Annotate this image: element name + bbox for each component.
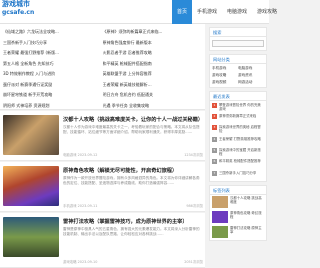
logo-title: 游戏城市 <box>2 0 30 8</box>
post-thumbnail <box>212 226 228 239</box>
list-item[interactable]: 王者荣耀 最强打野推荐 (新版... <box>3 50 103 56</box>
list-item[interactable]: 明日方舟 危机合约 低配通关 <box>103 92 203 98</box>
list-item[interactable]: 7 三国杀新手入门技巧分享 <box>210 169 266 180</box>
list-item[interactable]: 三国杀新手入门技巧分享 <box>3 40 103 46</box>
article-views: 2051次浏览 <box>184 260 203 264</box>
list-item[interactable]: 英雄联盟手游 上分阵容推荐 <box>103 71 203 77</box>
category-item[interactable]: 游戏攻略 <box>212 73 238 78</box>
category-box-title: 网站分类 <box>210 55 266 64</box>
logo-domain: gcsafe.cn <box>2 9 35 16</box>
article-category[interactable]: 游戏攻略 2023-09-10 <box>63 259 97 264</box>
article-category[interactable]: 手机游戏 2023-09-11 <box>63 203 97 208</box>
list-item[interactable]: 火影忍者手游 忍者推荐攻略 <box>103 50 203 56</box>
list-item[interactable]: 1 攀登游戏冒险世界 你的完美游戏 <box>210 101 266 112</box>
recent-posts-title: 最近发表 <box>210 92 266 101</box>
article-thumbnail[interactable] <box>3 115 59 155</box>
rank-badge: 2 <box>212 113 217 119</box>
article-thumbnail[interactable] <box>3 217 59 257</box>
list-item[interactable]: 6 和平精英 枪械配件搭配推荐 <box>210 158 266 169</box>
list-item[interactable]: 和平精英 枪械配件搭配指南 <box>103 61 203 67</box>
article-card[interactable]: 汉都十人攻略（挑战高难度关卡，让你的十人一战过关秘籍） 汉都十人作为游戏中难度最… <box>0 111 205 161</box>
list-row: 蛋仔派对 新赛季通行证奖励 王者荣耀 新英雄技能解析... <box>3 80 202 91</box>
post-thumbnail <box>212 211 228 224</box>
nav-item-home[interactable]: 首页 <box>172 0 193 24</box>
category-list: 手机游戏 电脑游戏 游戏攻略 游戏资讯 游戏视频 网游活动 <box>210 64 266 87</box>
list-item[interactable]: 王者荣耀 新英雄技能解析... <box>103 82 203 88</box>
tag-list-title: 标签列表 <box>210 186 266 195</box>
article-meta: 电脑游戏 2023-09-12 1234次浏览 <box>63 152 203 157</box>
article-title[interactable]: 原神角色攻略（解锁无尽可能性，开启奇幻旅程） <box>63 167 203 174</box>
article-category[interactable]: 电脑游戏 2023-09-12 <box>63 152 97 157</box>
list-item[interactable]: 雷神打法攻略 原神主宰 <box>210 225 266 240</box>
rank-badge: 4 <box>212 136 217 142</box>
search-box: 搜索 <box>209 27 267 51</box>
rank-badge: 6 <box>212 159 217 165</box>
category-box: 网站分类 手机游戏 电脑游戏 游戏攻略 游戏资讯 游戏视频 网游活动 <box>209 54 267 88</box>
nav-item-pc-games[interactable]: 电脑游戏 <box>222 0 252 24</box>
list-row: 第五人格 全新角色 先知技巧 和平精英 枪械配件搭配指南 <box>3 59 202 70</box>
list-item[interactable]: 光遇 季节任务 全收集攻略 <box>103 103 203 109</box>
list-item[interactable]: 崩坏星穹铁道 新手开荒攻略 <box>3 92 103 98</box>
article-title[interactable]: 汉都十人攻略（挑战高难度关卡，让你的十人一战过关秘籍） <box>63 116 203 123</box>
list-item[interactable]: 《原神》须弥的新篇章正式来临... <box>103 29 203 35</box>
article-thumbnail[interactable] <box>3 166 59 206</box>
search-box-title: 搜索 <box>210 28 266 37</box>
list-item[interactable]: 原神角色攻略 奇幻旅程 <box>210 210 266 225</box>
article-excerpt: 原神作为一款开放世界冒险游戏，拥有众多风格迥异的角色。本文将为你详细讲解各角色的… <box>63 176 200 185</box>
list-item[interactable]: 4 王者荣耀 打野英雄推荐攻略 <box>210 135 266 146</box>
list-row: 阴阳师 式神培养 资源规划 光遇 季节任务 全收集攻略 <box>3 101 202 112</box>
list-item[interactable]: 原神角色强度排行 最新版本 <box>103 40 203 46</box>
list-row: 三国杀新手入门技巧分享 原神角色强度排行 最新版本 <box>3 38 202 49</box>
category-item[interactable]: 手机游戏 <box>212 66 238 71</box>
article-excerpt: 汉都十人作为游戏中难度最高的关卡之一，考验着玩家的配合与策略。本文将从队伍搭配、… <box>63 125 200 134</box>
list-item[interactable]: 3 探索游戏世界的奥秘 启程冒险 <box>210 124 266 135</box>
category-item[interactable]: 网游活动 <box>238 80 264 85</box>
rank-badge: 7 <box>212 170 217 176</box>
rank-badge: 1 <box>212 102 217 108</box>
article-meta: 手机游戏 2023-09-11 986次浏览 <box>63 203 203 208</box>
list-item[interactable]: 第五人格 全新角色 先知技巧 <box>3 61 103 67</box>
category-item[interactable]: 电脑游戏 <box>238 66 264 71</box>
article-card[interactable]: 原神角色攻略（解锁无尽可能性，开启奇幻旅程） 原神作为一款开放世界冒险游戏，拥有… <box>0 162 205 212</box>
recent-posts-box: 最近发表 1 攀登游戏冒险世界 你的完美游戏 2 原神须弥新篇章正式来临 3 探索游戏… <box>209 91 267 182</box>
tag-list-box: 标签列表 汉都十人攻略 挑战高难度 原神角色攻略 奇幻旅程 雷神打法攻略 原神主… <box>209 184 267 241</box>
list-item[interactable]: 5 探索游戏中的宝藏 开启新旅程 <box>210 147 266 158</box>
search-input[interactable] <box>212 40 264 47</box>
list-item[interactable]: 《仙域之路》六龙玩法全攻略... <box>3 29 103 35</box>
article-title[interactable]: 雷神打法攻略（掌握雷神技巧，成为原神世界的主宰） <box>63 218 203 225</box>
site-header: 游戏城市 gcsafe.cn 首页 手机游戏 电脑游戏 游戏攻略 <box>0 0 277 24</box>
nav-item-mobile-games[interactable]: 手机游戏 <box>192 0 222 24</box>
category-item[interactable]: 游戏视频 <box>212 80 238 85</box>
article-excerpt: 雷神是原神中极具人气的五星角色，拥有强大的元素爆发能力。本文将深入分析雷神的技能… <box>63 227 200 236</box>
list-row: 3D 特效制作教程 入门与进阶 英雄联盟手游 上分阵容推荐 <box>3 69 202 80</box>
list-row: 崩坏星穹铁道 新手开荒攻略 明日方舟 危机合约 低配通关 <box>3 90 202 101</box>
list-item[interactable]: 2 原神须弥新篇章正式来临 <box>210 112 266 123</box>
category-item[interactable]: 游戏资讯 <box>238 73 264 78</box>
main-content: 《仙域之路》六龙玩法全攻略... 《原神》须弥的新篇章正式来临... 三国杀新手入… <box>0 24 205 110</box>
list-row: 王者荣耀 最强打野推荐 (新版... 火影忍者手游 忍者推荐攻略 <box>3 48 202 59</box>
list-row: 《仙域之路》六龙玩法全攻略... 《原神》须弥的新篇章正式来临... <box>3 27 202 38</box>
article-meta: 游戏攻略 2023-09-10 2051次浏览 <box>63 259 203 264</box>
top-article-list: 《仙域之路》六龙玩法全攻略... 《原神》须弥的新篇章正式来临... 三国杀新手入… <box>0 24 205 110</box>
article-card[interactable]: 雷神打法攻略（掌握雷神技巧，成为原神世界的主宰） 雷神是原神中极具人气的五星角色… <box>0 213 205 268</box>
list-item[interactable]: 阴阳师 式神培养 资源规划 <box>3 103 103 109</box>
post-thumbnail <box>212 196 228 209</box>
nav-item-guides[interactable]: 游戏攻略 <box>252 0 282 24</box>
article-views: 986次浏览 <box>186 204 203 208</box>
main-nav: 首页 手机游戏 电脑游戏 游戏攻略 <box>172 0 282 24</box>
list-item[interactable]: 蛋仔派对 新赛季通行证奖励 <box>3 82 103 88</box>
sidebar: 搜索 网站分类 手机游戏 电脑游戏 游戏攻略 游戏资讯 游戏视频 网游活动 最近… <box>209 24 267 241</box>
list-item[interactable]: 汉都十人攻略 挑战高难度 <box>210 195 266 210</box>
list-item[interactable]: 3D 特效制作教程 入门与进阶 <box>3 71 103 77</box>
site-logo[interactable]: 游戏城市 gcsafe.cn <box>2 1 34 16</box>
rank-badge: 5 <box>212 148 217 154</box>
article-views: 1234次浏览 <box>184 153 203 157</box>
rank-badge: 3 <box>212 125 217 131</box>
